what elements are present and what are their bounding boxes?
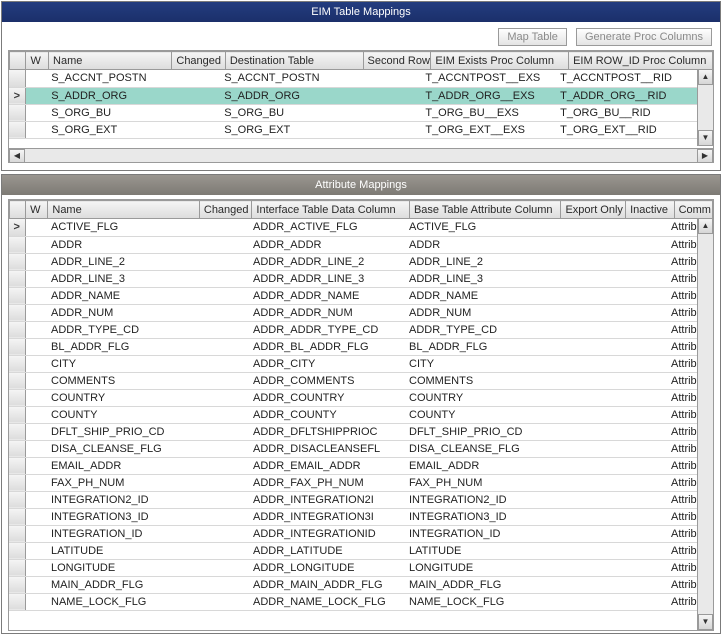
table-row[interactable]: COMMENTSADDR_COMMENTSCOMMENTSAttribu bbox=[9, 372, 697, 389]
scroll-down-icon[interactable]: ▼ bbox=[698, 130, 713, 146]
table-row[interactable]: FAX_PH_NUMADDR_FAX_PH_NUMFAX_PH_NUMAttri… bbox=[9, 474, 697, 491]
eim-col-0[interactable] bbox=[10, 52, 26, 70]
table-row[interactable]: INTEGRATION_IDADDR_INTEGRATIONIDINTEGRAT… bbox=[9, 525, 697, 542]
attr-grid[interactable]: WNameChangedInterface Table Data ColumnB… bbox=[8, 199, 714, 631]
table-row[interactable]: NAME_LOCK_FLGADDR_NAME_LOCK_FLGNAME_LOCK… bbox=[9, 593, 697, 610]
table-row[interactable]: COUNTRYADDR_COUNTRYCOUNTRYAttribu bbox=[9, 389, 697, 406]
table-row[interactable]: S_ORG_BUS_ORG_BUT_ORG_BU__EXST_ORG_BU__R… bbox=[9, 104, 697, 121]
attr-title: Attribute Mappings bbox=[2, 175, 720, 195]
table-row[interactable]: LONGITUDEADDR_LONGITUDELONGITUDEAttribu bbox=[9, 559, 697, 576]
table-row[interactable]: ADDR_NAMEADDR_ADDR_NAMEADDR_NAMEAttribu bbox=[9, 287, 697, 304]
table-row[interactable]: MAIN_ADDR_FLGADDR_MAIN_ADDR_FLGMAIN_ADDR… bbox=[9, 576, 697, 593]
table-row[interactable]: ADDRADDR_ADDRADDRAttribu bbox=[9, 236, 697, 253]
table-row[interactable]: EMAIL_ADDRADDR_EMAIL_ADDREMAIL_ADDRAttri… bbox=[9, 457, 697, 474]
table-row[interactable]: ADDR_TYPE_CDADDR_ADDR_TYPE_CDADDR_TYPE_C… bbox=[9, 321, 697, 338]
attr-grid-body[interactable]: >ACTIVE_FLGADDR_ACTIVE_FLGACTIVE_FLGAttr… bbox=[9, 219, 697, 611]
table-row[interactable]: DISA_CLEANSE_FLGADDR_DISACLEANSEFLDISA_C… bbox=[9, 440, 697, 457]
attr-vscroll[interactable]: ▲ ▼ bbox=[697, 218, 713, 630]
attr-col-5[interactable]: Base Table Attribute Column bbox=[409, 201, 561, 219]
eim-col-7[interactable]: EIM ROW_ID Proc Column bbox=[569, 52, 713, 70]
eim-col-2[interactable]: Name bbox=[49, 52, 172, 70]
table-row[interactable]: ADDR_LINE_3ADDR_ADDR_LINE_3ADDR_LINE_3At… bbox=[9, 270, 697, 287]
table-row[interactable]: >ACTIVE_FLGADDR_ACTIVE_FLGACTIVE_FLGAttr… bbox=[9, 219, 697, 236]
table-row[interactable]: COUNTYADDR_COUNTYCOUNTYAttribu bbox=[9, 406, 697, 423]
eim-grid[interactable]: WNameChangedDestination TableSecond RowE… bbox=[8, 50, 714, 163]
row-pointer-icon: > bbox=[14, 221, 20, 233]
scroll-left-icon[interactable]: ◀ bbox=[9, 149, 25, 163]
table-row[interactable]: >S_ADDR_ORGS_ADDR_ORGT_ADDR_ORG__EXST_AD… bbox=[9, 87, 697, 104]
table-row[interactable]: LATITUDEADDR_LATITUDELATITUDEAttribu bbox=[9, 542, 697, 559]
table-row[interactable]: ADDR_NUMADDR_ADDR_NUMADDR_NUMAttribu bbox=[9, 304, 697, 321]
eim-vscroll[interactable]: ▲ ▼ bbox=[697, 69, 713, 146]
table-row[interactable]: ADDR_LINE_2ADDR_ADDR_LINE_2ADDR_LINE_2At… bbox=[9, 253, 697, 270]
eim-col-4[interactable]: Destination Table bbox=[225, 52, 363, 70]
eim-title: EIM Table Mappings bbox=[2, 2, 720, 22]
attribute-mappings-panel: Attribute Mappings WNameChangedInterface… bbox=[1, 174, 721, 634]
eim-table-mappings-panel: EIM Table Mappings Map Table Generate Pr… bbox=[1, 1, 721, 171]
table-row[interactable]: INTEGRATION2_IDADDR_INTEGRATION2IINTEGRA… bbox=[9, 491, 697, 508]
scroll-down-icon[interactable]: ▼ bbox=[698, 614, 713, 630]
eim-grid-header: WNameChangedDestination TableSecond RowE… bbox=[9, 51, 713, 70]
table-row[interactable]: INTEGRATION3_IDADDR_INTEGRATION3IINTEGRA… bbox=[9, 508, 697, 525]
scroll-right-icon[interactable]: ▶ bbox=[697, 149, 713, 163]
table-row[interactable]: BL_ADDR_FLGADDR_BL_ADDR_FLGBL_ADDR_FLGAt… bbox=[9, 338, 697, 355]
eim-col-6[interactable]: EIM Exists Proc Column bbox=[431, 52, 569, 70]
scroll-up-icon[interactable]: ▲ bbox=[698, 69, 713, 85]
eim-grid-body[interactable]: S_ACCNT_POSTNS_ACCNT_POSTNT_ACCNTPOST__E… bbox=[9, 70, 697, 139]
map-table-button[interactable]: Map Table bbox=[498, 28, 567, 46]
table-row[interactable]: S_ORG_EXTS_ORG_EXTT_ORG_EXT__EXST_ORG_EX… bbox=[9, 121, 697, 138]
attr-col-2[interactable]: Name bbox=[48, 201, 200, 219]
eim-button-row: Map Table Generate Proc Columns bbox=[2, 22, 720, 50]
attr-col-6[interactable]: Export Only bbox=[561, 201, 626, 219]
table-row[interactable]: S_ACCNT_POSTNS_ACCNT_POSTNT_ACCNTPOST__E… bbox=[9, 70, 697, 87]
generate-proc-columns-button[interactable]: Generate Proc Columns bbox=[576, 28, 712, 46]
attr-col-4[interactable]: Interface Table Data Column bbox=[252, 201, 410, 219]
attr-grid-header: WNameChangedInterface Table Data ColumnB… bbox=[9, 200, 713, 219]
eim-col-1[interactable]: W bbox=[26, 52, 49, 70]
eim-hscroll[interactable]: ◀ ▶ bbox=[9, 148, 713, 163]
attr-col-7[interactable]: Inactive bbox=[626, 201, 674, 219]
table-row[interactable]: CITYADDR_CITYCITYAttribu bbox=[9, 355, 697, 372]
attr-col-3[interactable]: Changed bbox=[199, 201, 252, 219]
row-pointer-icon: > bbox=[14, 90, 20, 102]
attr-col-1[interactable]: W bbox=[26, 201, 48, 219]
scroll-up-icon[interactable]: ▲ bbox=[698, 218, 713, 234]
table-row[interactable]: DFLT_SHIP_PRIO_CDADDR_DFLTSHIPPRIOCDFLT_… bbox=[9, 423, 697, 440]
eim-col-5[interactable]: Second Row bbox=[363, 52, 431, 70]
eim-col-3[interactable]: Changed bbox=[172, 52, 225, 70]
attr-col-8[interactable]: Comm bbox=[674, 201, 712, 219]
attr-col-0[interactable] bbox=[10, 201, 26, 219]
